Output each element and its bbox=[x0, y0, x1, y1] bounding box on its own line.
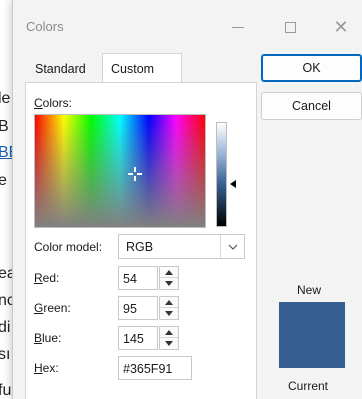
bg-text-fragment: B bbox=[0, 118, 9, 135]
ok-button[interactable]: OK bbox=[261, 54, 362, 82]
color-model-label: Color model: bbox=[34, 240, 103, 254]
arrow-up-icon bbox=[165, 329, 173, 335]
luminance-slider[interactable] bbox=[216, 122, 227, 227]
luminance-pointer-icon[interactable] bbox=[230, 180, 236, 188]
close-icon: ✕ bbox=[333, 16, 349, 37]
red-increment-button[interactable] bbox=[160, 267, 178, 278]
hex-label: Hex: bbox=[34, 361, 59, 375]
hex-input[interactable]: #365F91 bbox=[118, 356, 192, 380]
green-spinner[interactable] bbox=[159, 296, 179, 320]
tab-custom[interactable]: Custom bbox=[102, 53, 182, 83]
colors-dialog: Colors ✕ Standard Custom Colors: Color m… bbox=[12, 0, 362, 399]
cancel-button[interactable]: Cancel bbox=[261, 92, 362, 120]
red-spinner[interactable] bbox=[159, 266, 179, 290]
blue-spinner[interactable] bbox=[159, 326, 179, 350]
arrow-up-icon bbox=[165, 269, 173, 275]
blue-label: Blue: bbox=[34, 331, 62, 345]
crosshair-icon[interactable] bbox=[128, 167, 142, 181]
minimize-icon bbox=[232, 26, 244, 28]
bg-text-fragment: e bbox=[0, 172, 7, 189]
new-color-label: New bbox=[297, 283, 322, 297]
dialog-title: Colors bbox=[26, 19, 64, 34]
color-model-select[interactable]: RGB bbox=[118, 234, 245, 259]
bg-text-fragment: le bbox=[0, 90, 11, 107]
arrow-down-icon bbox=[165, 281, 173, 286]
arrow-down-icon bbox=[165, 341, 173, 346]
blue-input[interactable]: 145 bbox=[118, 326, 158, 350]
bg-text-fragment: sı bbox=[0, 346, 11, 363]
blue-decrement-button[interactable] bbox=[160, 338, 178, 349]
maximize-button[interactable] bbox=[275, 12, 305, 42]
colors-label: Colors: bbox=[34, 96, 73, 110]
green-label: Green: bbox=[34, 301, 71, 315]
close-button[interactable]: ✕ bbox=[326, 12, 356, 42]
bg-text-fragment: di bbox=[0, 319, 11, 336]
blue-increment-button[interactable] bbox=[160, 327, 178, 338]
green-increment-button[interactable] bbox=[160, 297, 178, 308]
red-input[interactable]: 54 bbox=[118, 266, 158, 290]
chevron-down-icon[interactable] bbox=[220, 235, 244, 258]
bg-text-fragment: fu bbox=[0, 382, 12, 399]
arrow-down-icon bbox=[165, 311, 173, 316]
arrow-up-icon bbox=[165, 299, 173, 305]
red-label: Red: bbox=[34, 271, 60, 285]
title-bar[interactable]: Colors ✕ bbox=[13, 0, 362, 46]
minimize-button[interactable] bbox=[223, 12, 253, 42]
color-preview-swatch bbox=[279, 302, 345, 368]
current-color-label: Current bbox=[288, 379, 329, 393]
color-spectrum[interactable] bbox=[34, 114, 206, 228]
tab-standard[interactable]: Standard bbox=[27, 55, 109, 82]
green-input[interactable]: 95 bbox=[118, 296, 158, 320]
color-model-value: RGB bbox=[126, 240, 154, 254]
red-decrement-button[interactable] bbox=[160, 278, 178, 289]
green-decrement-button[interactable] bbox=[160, 308, 178, 319]
maximize-icon bbox=[284, 21, 296, 33]
